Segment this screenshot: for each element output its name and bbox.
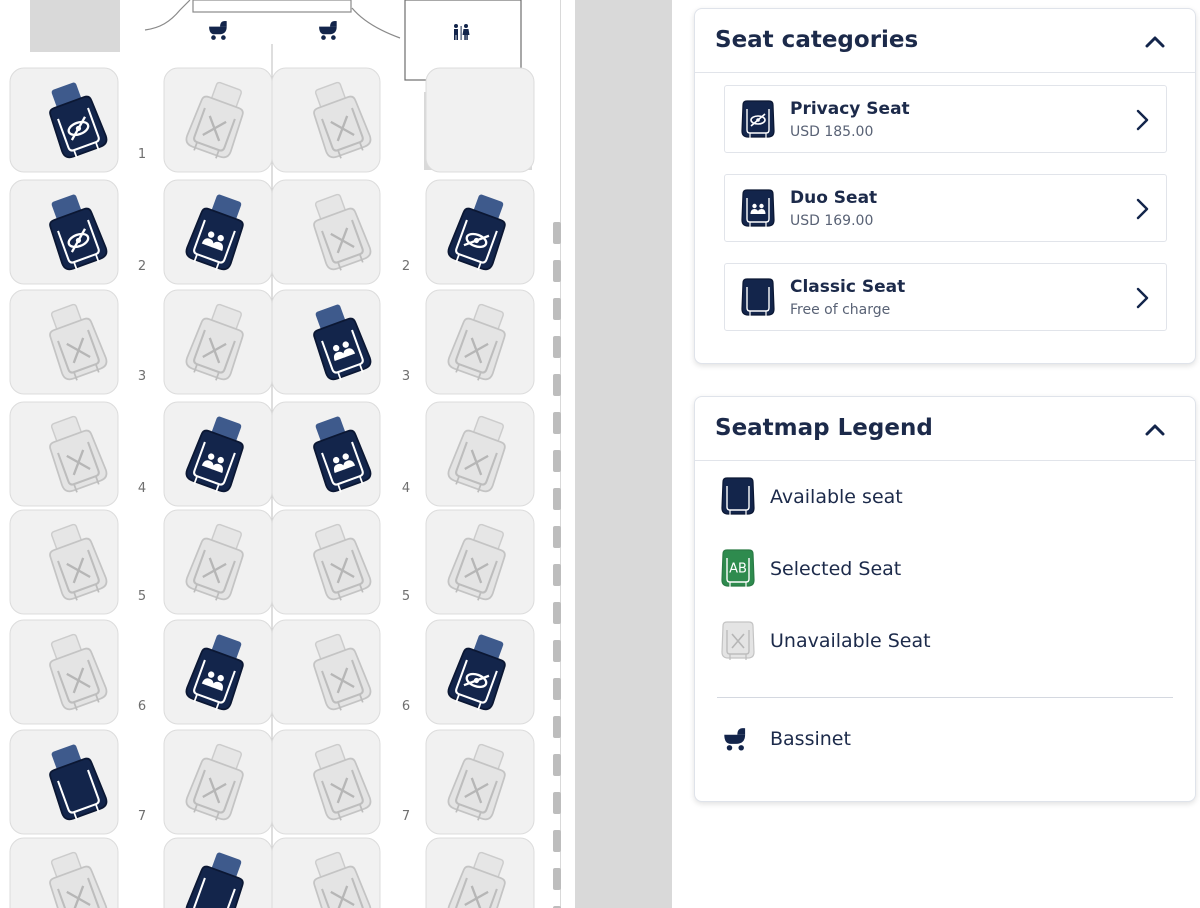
seatmap-legend-header[interactable]: Seatmap Legend xyxy=(695,397,1195,461)
bassinet-wall xyxy=(192,0,352,13)
seatmap-legend-title: Seatmap Legend xyxy=(715,415,933,441)
row-number: 6 xyxy=(402,699,410,714)
category-card-privacy[interactable]: Privacy Seat USD 185.00 xyxy=(724,85,1167,153)
duo-seat-icon xyxy=(741,189,775,228)
legend-label: Available seat xyxy=(770,486,903,508)
bassinet-icon xyxy=(724,728,746,751)
category-name: Classic Seat xyxy=(790,277,906,297)
chevron-right-icon xyxy=(1136,198,1149,220)
seats xyxy=(9,67,535,908)
galley-block xyxy=(30,0,120,52)
chevron-up-icon[interactable] xyxy=(1141,415,1169,443)
legend-label: Selected Seat xyxy=(770,558,902,580)
legend-label: Unavailable Seat xyxy=(770,630,931,652)
seat-map: 122334455667788 xyxy=(0,0,672,908)
privacy-seat-icon xyxy=(741,100,775,139)
category-price: Free of charge xyxy=(790,302,891,318)
legend-divider xyxy=(717,697,1173,698)
chevron-right-icon xyxy=(1136,109,1149,131)
legend-item-unavailable: Unavailable Seat xyxy=(717,619,1157,665)
chevron-up-icon[interactable] xyxy=(1141,27,1169,55)
available-seat-icon xyxy=(721,477,755,516)
classic-seat-icon xyxy=(741,278,775,317)
row-number: 5 xyxy=(138,589,146,604)
legend-item-selected: AB Selected Seat xyxy=(717,547,1157,593)
category-price: USD 185.00 xyxy=(790,124,874,140)
row-number: 7 xyxy=(138,809,146,824)
row-number: 7 xyxy=(402,809,410,824)
row-number: 4 xyxy=(138,481,146,496)
legend-item-available: Available seat xyxy=(717,475,1157,521)
category-price: USD 169.00 xyxy=(790,213,874,229)
chevron-right-icon xyxy=(1136,287,1149,309)
legend-item-bassinet: Bassinet xyxy=(717,717,1157,763)
category-card-duo[interactable]: Duo Seat USD 169.00 xyxy=(724,174,1167,242)
seat-categories-header[interactable]: Seat categories xyxy=(695,9,1195,73)
seat-map-canvas: 122334455667788 xyxy=(0,0,575,908)
row-number: 1 xyxy=(138,147,146,162)
row-number: 3 xyxy=(402,369,410,384)
row-number: 6 xyxy=(138,699,146,714)
svg-text:AB: AB xyxy=(729,562,747,577)
category-card-classic[interactable]: Classic Seat Free of charge xyxy=(724,263,1167,331)
legend-label: Bassinet xyxy=(770,728,851,750)
selected-seat-icon: AB xyxy=(721,549,755,588)
row-number: 4 xyxy=(402,481,410,496)
category-name: Privacy Seat xyxy=(790,99,910,119)
seat-categories-title: Seat categories xyxy=(715,27,919,53)
row-number: 5 xyxy=(402,589,410,604)
category-name: Duo Seat xyxy=(790,188,878,208)
row-number: 3 xyxy=(138,369,146,384)
row-number: 2 xyxy=(138,259,146,274)
seat-categories-panel: Seat categories Privacy Seat USD 185.00 … xyxy=(694,8,1196,364)
seatmap-legend-panel: Seatmap Legend Available seat AB Selecte… xyxy=(694,396,1196,802)
unavailable-seat-icon xyxy=(721,621,755,660)
row-number: 2 xyxy=(402,259,410,274)
